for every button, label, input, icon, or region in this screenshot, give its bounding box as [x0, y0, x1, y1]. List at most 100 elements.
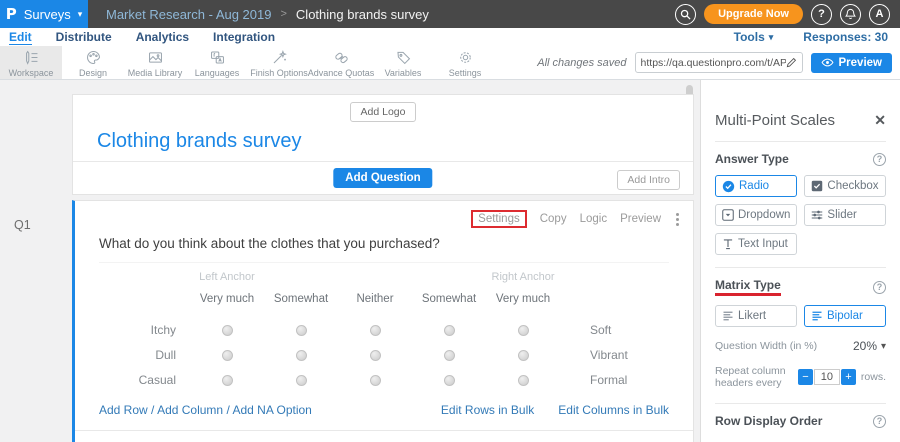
sidebar-title: Multi-Point Scales — [715, 112, 835, 129]
responses-link[interactable]: Responses: 30 — [803, 30, 888, 44]
radio-button[interactable] — [296, 350, 307, 361]
tools-menu[interactable]: Tools ▾ — [734, 30, 774, 44]
question-footer-divider — [75, 430, 693, 431]
question-more-menu[interactable] — [674, 211, 681, 228]
likert-icon — [722, 310, 734, 322]
stepper-plus-button[interactable]: + — [841, 369, 856, 385]
content-area: Q1 Add Logo Clothing brands survey Add Q… — [0, 80, 900, 442]
question-logic-button[interactable]: Logic — [580, 213, 608, 225]
radio-button[interactable] — [444, 375, 455, 386]
survey-header-card: Add Logo Clothing brands survey Add Ques… — [72, 94, 694, 195]
question-preview-button[interactable]: Preview — [620, 213, 661, 225]
stepper-minus-button[interactable]: − — [798, 369, 813, 385]
toolbar-item-label: Design — [79, 68, 107, 78]
radio-button[interactable] — [370, 325, 381, 336]
radio-button[interactable] — [444, 350, 455, 361]
add-na-option-link[interactable]: Add NA Option — [232, 403, 311, 417]
add-intro-button[interactable]: Add Intro — [617, 170, 680, 190]
divider — [715, 141, 886, 142]
stepper-value[interactable]: 10 — [814, 369, 840, 385]
repeat-headers-stepper: − 10 + — [798, 369, 856, 385]
radio-button[interactable] — [222, 325, 233, 336]
toolbar-item-media-library[interactable]: Media Library — [124, 46, 186, 79]
answer-type-radio[interactable]: Radio — [715, 175, 797, 197]
radio-button[interactable] — [518, 325, 529, 336]
radio-button[interactable] — [518, 375, 529, 386]
caret-down-icon[interactable]: ▾ — [881, 341, 886, 352]
toolbar-item-label: Advance Quotas — [308, 68, 375, 78]
option-label: Radio — [739, 180, 769, 192]
help-icon[interactable]: ? — [873, 153, 886, 166]
upgrade-now-button[interactable]: Upgrade Now — [704, 4, 803, 24]
toolbar-item-finish-options[interactable]: Finish Options — [248, 46, 310, 79]
radio-button[interactable] — [370, 350, 381, 361]
question-settings-button[interactable]: Settings — [471, 210, 527, 228]
answer-type-slider[interactable]: Slider — [804, 204, 886, 226]
survey-title[interactable]: Clothing brands survey — [97, 130, 693, 153]
toolbar-item-label: Variables — [385, 68, 422, 78]
help-button[interactable]: ? — [811, 4, 832, 25]
answer-type-text-input[interactable]: Text Input — [715, 233, 797, 255]
radio-button[interactable] — [222, 350, 233, 361]
checkbox-icon — [811, 180, 823, 192]
avatar[interactable]: A — [869, 4, 890, 25]
answer-type-dropdown[interactable]: Dropdown — [715, 204, 797, 226]
help-icon[interactable]: ? — [873, 281, 886, 294]
survey-url-box — [635, 52, 803, 73]
tab-integration[interactable]: Integration — [213, 30, 275, 44]
matrix-row-left-label: Itchy — [99, 318, 190, 343]
radio-button[interactable] — [222, 375, 233, 386]
edit-toolbar: Workspace Design Media Library Languages… — [0, 46, 900, 80]
matrix-grid: Left Anchor Right Anchor Very much Somew… — [99, 271, 693, 393]
surveys-menu[interactable]: P Surveys ▾ — [0, 0, 88, 28]
radio-button[interactable] — [444, 325, 455, 336]
tab-distribute[interactable]: Distribute — [56, 30, 112, 44]
toolbar-item-languages[interactable]: Languages — [186, 46, 248, 79]
sidebar-header: Multi-Point Scales ✕ — [715, 112, 886, 129]
app-window: P Surveys ▾ Market Research - Aug 2019 >… — [0, 0, 900, 442]
help-icon[interactable]: ? — [873, 415, 886, 428]
tab-analytics[interactable]: Analytics — [136, 30, 189, 44]
toolbar-item-variables[interactable]: Variables — [372, 46, 434, 79]
answer-type-options: Radio Checkbox Dropdown Slider Text Inpu… — [715, 175, 886, 255]
question-copy-button[interactable]: Copy — [540, 213, 567, 225]
dropdown-icon — [722, 209, 734, 221]
notifications-button[interactable] — [840, 4, 861, 25]
bipolar-icon — [811, 310, 823, 322]
edit-rows-bulk-link[interactable]: Edit Rows in Bulk — [441, 403, 534, 417]
radio-button[interactable] — [296, 325, 307, 336]
radio-button[interactable] — [518, 350, 529, 361]
question-width-row: Question Width (in %) 20% ▾ — [715, 339, 886, 353]
bell-icon — [845, 8, 856, 20]
preview-button[interactable]: Preview — [811, 53, 892, 73]
radio-button[interactable] — [370, 375, 381, 386]
edit-pencil-icon[interactable] — [786, 57, 797, 68]
add-question-button[interactable]: Add Question — [333, 168, 432, 188]
edit-columns-bulk-link[interactable]: Edit Columns in Bulk — [558, 403, 669, 417]
add-row-link[interactable]: Add Row — [99, 403, 148, 417]
matrix-type-bipolar[interactable]: Bipolar — [804, 305, 886, 327]
repeat-headers-row: Repeat column headers every − 10 + rows. — [715, 365, 886, 389]
radio-button[interactable] — [296, 375, 307, 386]
answer-type-checkbox[interactable]: Checkbox — [804, 175, 886, 197]
toolbar-item-workspace[interactable]: Workspace — [0, 46, 62, 79]
divider — [715, 267, 886, 268]
option-label: Bipolar — [827, 310, 863, 322]
search-button[interactable] — [675, 4, 696, 25]
survey-url-input[interactable] — [641, 57, 786, 69]
caret-down-icon: ▾ — [769, 33, 774, 42]
matrix-column-header: Very much — [486, 293, 560, 318]
toolbar-item-design[interactable]: Design — [62, 46, 124, 79]
toolbar-item-settings[interactable]: Settings — [434, 46, 496, 79]
add-column-link[interactable]: Add Column — [157, 403, 223, 417]
close-icon[interactable]: ✕ — [874, 112, 886, 129]
toolbar-item-advance-quotas[interactable]: Advance Quotas — [310, 46, 372, 79]
answer-type-header: Answer Type ? — [715, 152, 886, 166]
matrix-cell — [486, 343, 560, 368]
question-width-value[interactable]: 20% — [853, 339, 877, 353]
tab-edit[interactable]: Edit — [9, 30, 32, 45]
question-text[interactable]: What do you think about the clothes that… — [99, 236, 669, 263]
add-logo-button[interactable]: Add Logo — [350, 102, 417, 122]
matrix-type-likert[interactable]: Likert — [715, 305, 797, 327]
breadcrumb-parent[interactable]: Market Research - Aug 2019 — [106, 7, 271, 22]
